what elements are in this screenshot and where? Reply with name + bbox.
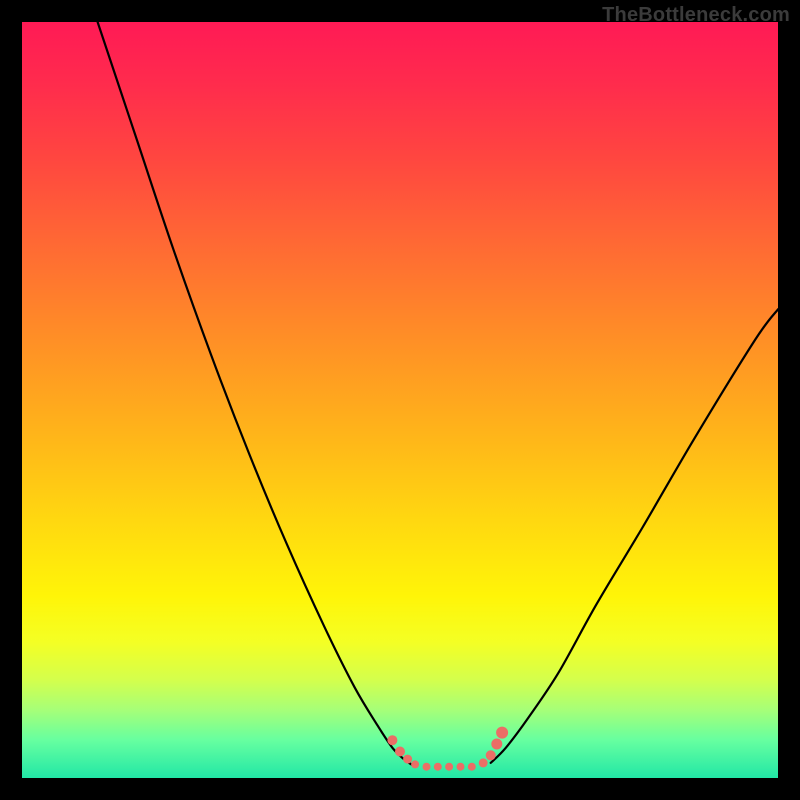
curve-svg (22, 22, 778, 778)
curve-left-branch (98, 22, 412, 764)
curve-marker (491, 739, 502, 750)
watermark-text: TheBottleneck.com (602, 4, 790, 27)
curve-marker (496, 727, 508, 739)
chart-frame: TheBottleneck.com (0, 0, 800, 800)
curve-marker (468, 763, 476, 771)
curve-marker (457, 763, 465, 771)
curve-marker (423, 763, 431, 771)
curve-marker (395, 747, 405, 757)
curve-marker (434, 763, 442, 771)
curve-marker (486, 750, 496, 760)
curve-marker (387, 735, 397, 745)
curve-marker (403, 755, 412, 764)
curve-right-branch (491, 309, 778, 763)
plot-area (22, 22, 778, 778)
curve-marker (479, 758, 488, 767)
curve-marker (411, 760, 419, 768)
curve-markers (387, 727, 508, 771)
curve-marker (445, 763, 453, 771)
